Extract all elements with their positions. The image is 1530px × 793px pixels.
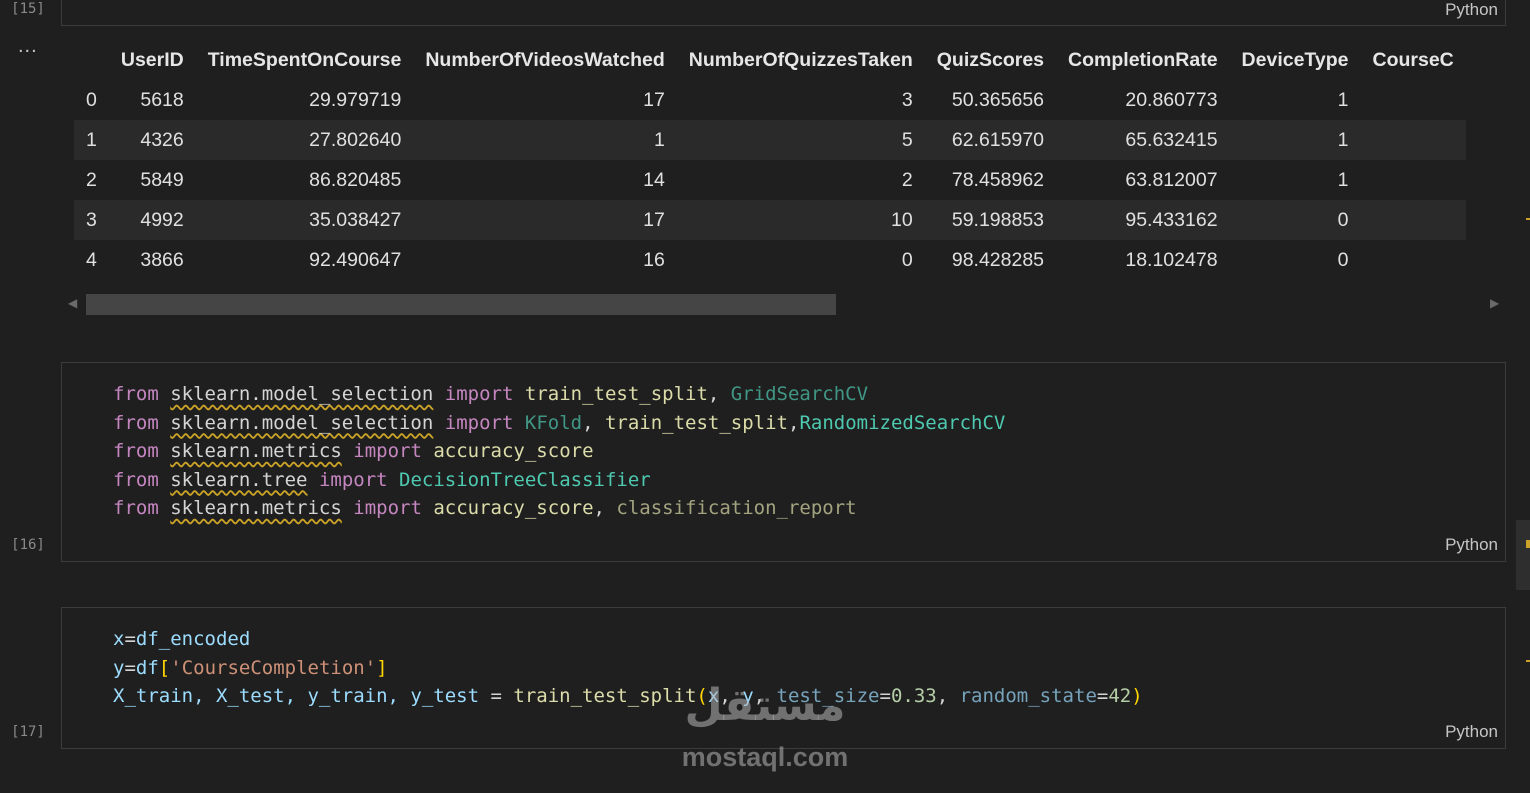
code-line: x=df_encoded [113,628,251,650]
code-line: from sklearn.metrics import accuracy_sco… [113,440,594,462]
table-cell: 35.038427 [195,200,414,240]
table-cell: 95.433162 [1056,200,1230,240]
scroll-left-arrow-icon[interactable]: ◀ [68,296,77,310]
table-header-row: UserID TimeSpentOnCourse NumberOfVideosW… [74,40,1466,80]
code-line: from sklearn.metrics import accuracy_sco… [113,497,857,519]
column-header: CourseC [1360,40,1466,80]
code-editor-17[interactable]: x=df_encoded y=df['CourseCompletion'] X_… [113,625,1143,711]
cell-15-language[interactable]: Python [1445,0,1498,20]
output-more-actions[interactable]: ... [18,35,38,58]
table-row: 1 4326 27.802640 1 5 62.615970 65.632415… [74,120,1466,160]
cell-16-language[interactable]: Python [1445,535,1498,555]
table-cell: 3866 [140,248,184,271]
table-cell: 4326 [108,120,196,160]
table-row: 0 5618 29.979719 17 3 50.365656 20.86077… [74,80,1466,120]
table-cell: 29.979719 [309,88,402,111]
table-cell: 10 [676,200,925,240]
table-cell [1360,200,1466,240]
row-index: 2 [86,168,97,191]
column-header: NumberOfQuizzesTaken [676,40,925,80]
table-cell: 17 [413,200,677,240]
code-line: y=df['CourseCompletion'] [113,656,388,679]
code-editor-16[interactable]: from sklearn.model_selection import trai… [113,380,1005,523]
cell-16-exec-count: [16] [11,537,45,553]
scroll-right-arrow-icon[interactable]: ▶ [1490,296,1499,310]
table-cell: 65.632415 [1056,120,1230,160]
table-cell: 1 [1337,168,1349,191]
column-header: UserID [108,40,196,80]
vertical-scrollbar[interactable] [1516,520,1530,590]
table-row: 3 4992 35.038427 17 10 59.198853 95.4331… [74,200,1466,240]
column-header: QuizScores [924,40,1057,80]
table-row: 2 5849 86.820485 14 2 78.458962 63.81200… [74,160,1466,200]
horizontal-scrollbar-thumb[interactable] [86,294,836,315]
table-cell: 1 [1337,88,1349,111]
table-cell: 62.615970 [924,120,1057,160]
code-line: from sklearn.tree import DecisionTreeCla… [113,468,651,491]
row-index: 0 [86,88,97,111]
table-cell: 3 [901,88,913,111]
table-cell: 63.812007 [1125,168,1218,191]
table-cell: 20.860773 [1125,88,1218,111]
overview-ruler-mark [1526,540,1530,548]
code-line: from sklearn.model_selection import trai… [113,383,869,405]
table-cell: 1 [1229,120,1361,160]
overview-ruler-mark [1526,660,1530,662]
table-cell: 78.458962 [951,168,1045,191]
column-header: TimeSpentOnCourse [195,40,414,80]
dataframe-table: UserID TimeSpentOnCourse NumberOfVideosW… [74,40,1466,280]
code-line: from sklearn.model_selection import KFol… [113,411,1006,434]
row-index: 4 [86,248,97,271]
watermark-latin: mostaql.com [681,742,849,772]
table-cell: 86.820485 [309,168,402,191]
table-cell: 1 [413,120,677,160]
column-header [74,40,109,80]
table-cell: 5618 [140,88,184,111]
table-cell: 5 [676,120,925,160]
table-cell: 27.802640 [195,120,414,160]
table-cell [1361,240,1466,280]
table-cell: 16 [643,248,665,271]
table-cell: 98.428285 [951,248,1045,271]
cell-17-language[interactable]: Python [1445,722,1498,742]
table-cell [1360,120,1466,160]
table-cell: 50.365656 [951,88,1045,111]
table-cell: 2 [901,168,913,191]
table-cell: 59.198853 [924,200,1057,240]
row-index: 3 [74,200,109,240]
cell-15-footer [61,0,1506,26]
row-index: 1 [74,120,109,160]
column-header: NumberOfVideosWatched [413,40,677,80]
dataframe-output: UserID TimeSpentOnCourse NumberOfVideosW… [74,40,1507,280]
column-header: DeviceType [1229,40,1361,80]
code-line: X_train, X_test, y_train, y_test = train… [113,685,1143,707]
table-cell [1361,80,1466,120]
table-cell: 0 [901,248,913,271]
table-cell: 14 [643,168,665,191]
overview-ruler-mark [1526,218,1530,220]
table-cell: 0 [1337,248,1349,271]
table-cell: 5849 [140,168,184,191]
table-cell: 92.490647 [309,248,402,271]
cell-17-exec-count: [17] [11,724,45,740]
table-cell [1361,160,1466,200]
table-cell: 17 [643,88,665,111]
watermark: مستقل mostaql.com [670,684,860,773]
watermark-arabic: مستقل [684,680,846,731]
table-row: 4 3866 92.490647 16 0 98.428285 18.10247… [74,240,1466,280]
table-cell: 0 [1229,200,1361,240]
table-cell: 18.102478 [1125,248,1218,271]
table-cell: 4992 [108,200,196,240]
cell-15-exec-count: [15] [11,1,45,17]
column-header: CompletionRate [1056,40,1230,80]
